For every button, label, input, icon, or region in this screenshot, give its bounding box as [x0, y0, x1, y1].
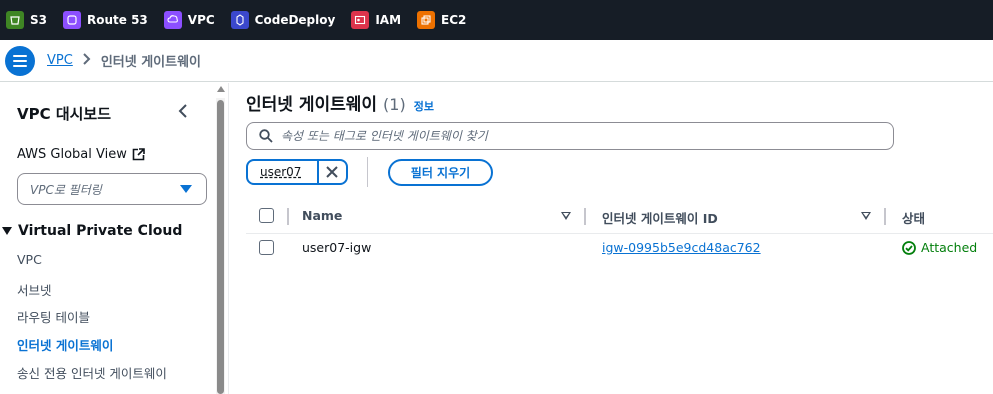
favorite-iam[interactable]: IAM	[351, 11, 401, 29]
sidebar-item-internet-gateways[interactable]: 인터넷 게이트웨이	[17, 335, 113, 354]
column-separator	[884, 208, 886, 225]
vpc-filter-placeholder: VPC로 필터링	[30, 182, 102, 197]
sidebar-item-subnets[interactable]: 서브넷	[17, 280, 52, 299]
menu-button[interactable]	[5, 45, 35, 76]
page-title: 인터넷 게이트웨이 (1) 정보	[246, 90, 434, 115]
sidebar-item-egress-only-gateways[interactable]: 송신 전용 인터넷 게이트웨이	[17, 363, 167, 382]
sidebar-title: VPC 대시보드	[17, 105, 112, 123]
column-header-name[interactable]: Name	[302, 208, 342, 223]
favorite-s3[interactable]: S3	[6, 11, 47, 29]
external-link-icon	[132, 148, 145, 161]
caret-down-icon	[180, 185, 192, 193]
column-header-state[interactable]: 상태	[902, 208, 925, 227]
ec2-icon	[417, 11, 436, 29]
column-separator	[584, 208, 586, 225]
filter-token-label[interactable]: user07	[248, 165, 317, 179]
chevron-left-icon[interactable]	[176, 103, 192, 119]
column-separator	[287, 208, 289, 225]
status-label: Attached	[921, 240, 978, 255]
filter-divider	[367, 157, 368, 187]
row-name: user07-igw	[302, 240, 372, 255]
breadcrumb-vpc-link[interactable]: VPC	[47, 53, 73, 68]
sort-icon[interactable]	[861, 212, 871, 220]
close-icon	[326, 166, 339, 178]
hamburger-icon	[13, 54, 27, 67]
route53-icon	[63, 11, 81, 29]
sort-icon[interactable]	[561, 212, 571, 220]
search-icon	[259, 129, 273, 143]
page-title-text: 인터넷 게이트웨이	[246, 95, 378, 115]
breadcrumb-bar: VPC 인터넷 게이트웨이	[0, 40, 993, 82]
chevron-right-icon	[83, 52, 91, 65]
favorite-label: EC2	[441, 13, 467, 27]
favorites-bar: S3 Route 53 VPC CodeDeploy IAM EC2	[0, 0, 993, 40]
filter-token: user07	[246, 159, 348, 185]
breadcrumb-current: 인터넷 게이트웨이	[100, 55, 202, 70]
favorite-codedeploy[interactable]: CodeDeploy	[230, 11, 336, 29]
info-link[interactable]: 정보	[414, 98, 434, 114]
vpc-filter-select[interactable]: VPC로 필터링	[17, 173, 207, 205]
favorite-vpc[interactable]: VPC	[163, 11, 215, 29]
vpc-icon	[163, 11, 182, 29]
s3-icon	[6, 11, 24, 29]
favorite-route53[interactable]: Route 53	[63, 11, 148, 29]
item-count: (1)	[383, 95, 406, 114]
sidebar-scrollbar-thumb[interactable]	[217, 100, 224, 394]
caret-down-icon	[2, 227, 12, 235]
favorite-label: IAM	[375, 13, 402, 27]
scroll-up-arrow-icon[interactable]	[217, 86, 225, 92]
row-checkbox[interactable]	[259, 240, 274, 255]
status-badge: Attached	[902, 240, 977, 255]
section-virtual-private-cloud[interactable]: Virtual Private Cloud	[2, 223, 182, 239]
iam-icon	[351, 11, 370, 29]
sidebar-item-vpc[interactable]: VPC	[17, 252, 42, 267]
check-circle-icon	[902, 240, 916, 255]
filter-token-remove-button[interactable]	[316, 161, 346, 183]
search-box[interactable]	[246, 122, 894, 150]
global-view-link[interactable]: AWS Global View	[17, 147, 145, 162]
section-label: Virtual Private Cloud	[18, 223, 183, 239]
breadcrumb-separator	[83, 52, 91, 69]
clear-filters-button[interactable]: 필터 지우기	[388, 159, 493, 186]
sidebar: VPC 대시보드 AWS Global View VPC로 필터링 Virtua…	[0, 83, 229, 394]
codedeploy-icon	[230, 11, 249, 29]
row-gateway-id-link[interactable]: igw-0995b5e9cd48ac762	[602, 240, 761, 255]
favorite-label: CodeDeploy	[254, 13, 336, 27]
favorite-label: VPC	[187, 13, 215, 27]
sidebar-item-route-tables[interactable]: 라우팅 테이블	[17, 307, 90, 326]
favorite-label: S3	[30, 13, 47, 27]
favorite-ec2[interactable]: EC2	[417, 11, 466, 29]
favorite-label: Route 53	[87, 13, 148, 27]
global-view-label: AWS Global View	[17, 147, 127, 162]
column-header-gateway-id[interactable]: 인터넷 게이트웨이 ID	[602, 208, 718, 227]
search-input[interactable]	[281, 129, 841, 143]
header-divider	[246, 233, 993, 234]
select-all-checkbox[interactable]	[259, 208, 274, 223]
